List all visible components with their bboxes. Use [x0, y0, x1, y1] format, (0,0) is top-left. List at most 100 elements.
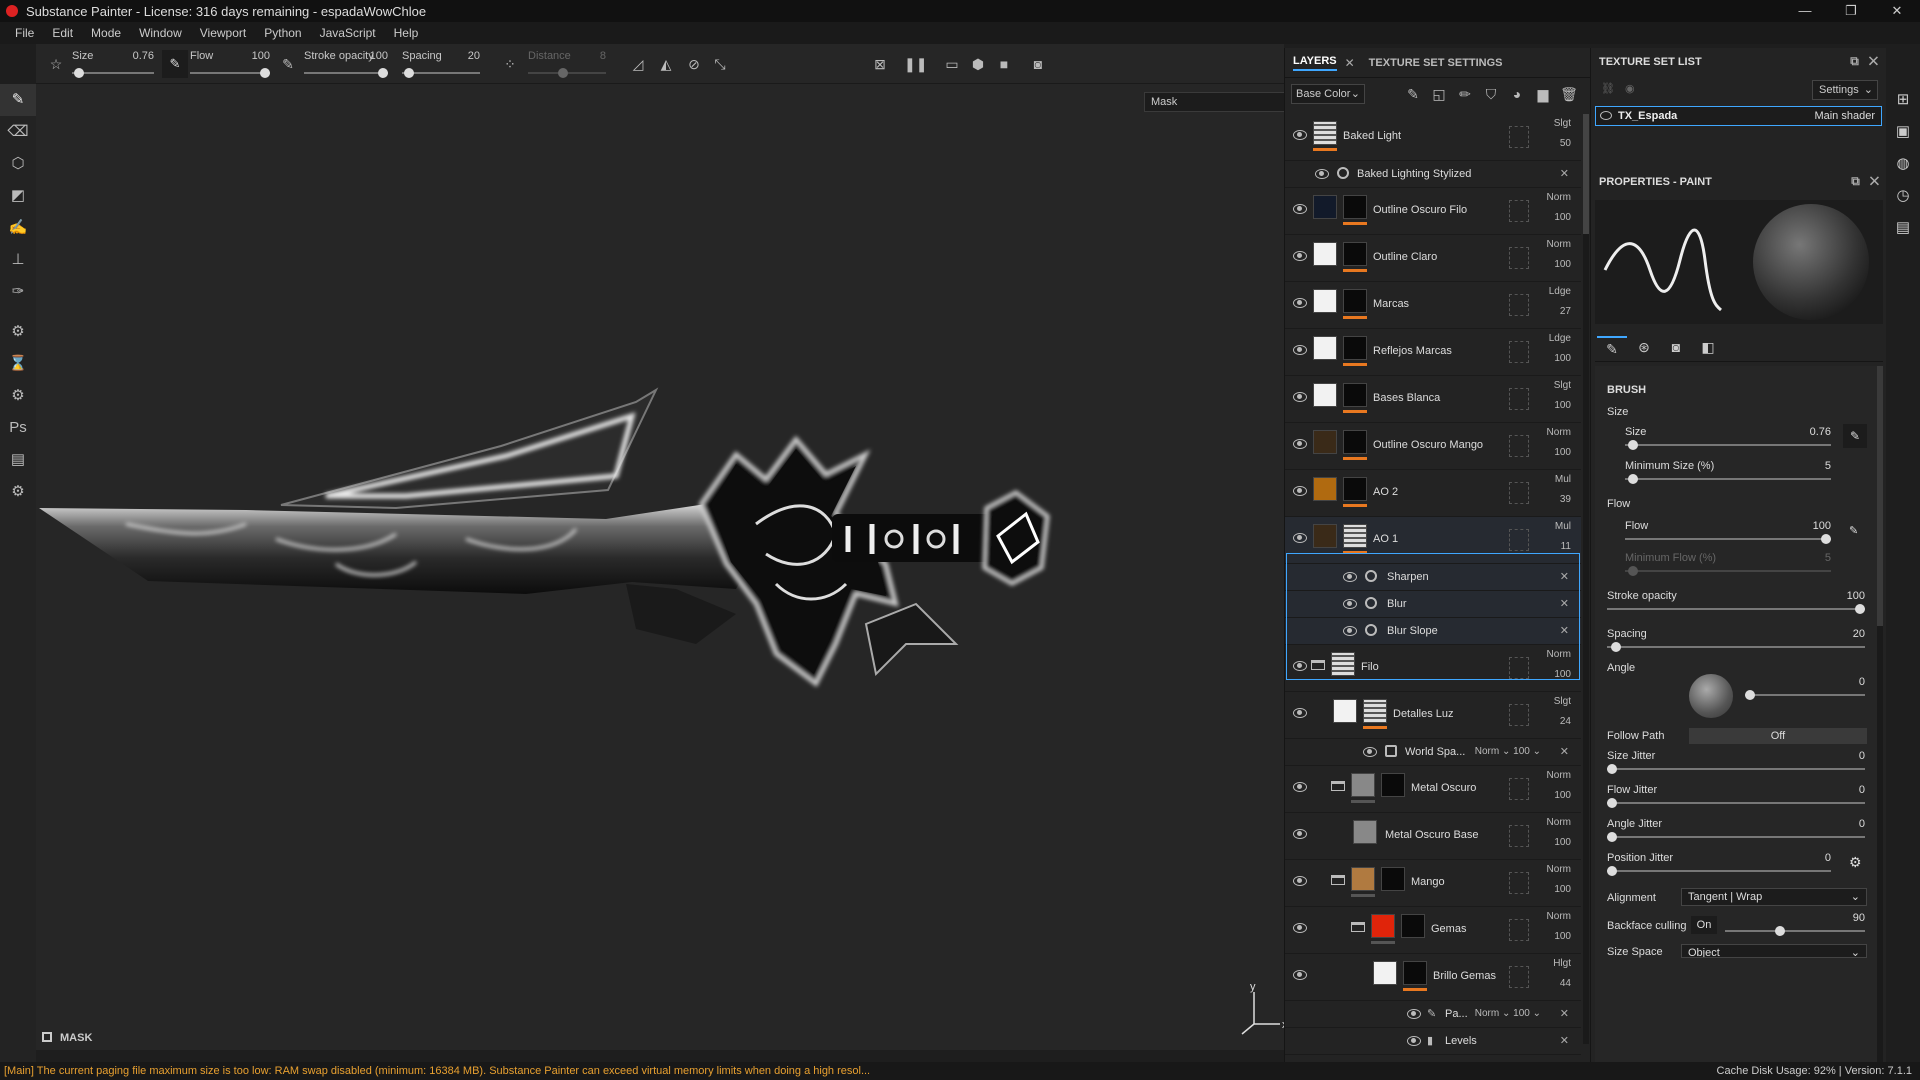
effect-blend[interactable]: Norm	[1475, 746, 1499, 757]
flow-knob[interactable]	[1821, 534, 1831, 544]
layer-opacity[interactable]: 100	[1531, 447, 1571, 458]
flow-value[interactable]: 100	[1813, 520, 1831, 532]
effect-row[interactable]: Blur Slope ✕	[1285, 618, 1581, 645]
layer-opacity[interactable]: 24	[1531, 716, 1571, 727]
viewport-channel-select[interactable]: Mask ⌄	[1144, 92, 1284, 112]
layer-blend-mode[interactable]: Norm	[1531, 770, 1571, 781]
layer-mask-slot[interactable]	[1509, 529, 1529, 551]
layer-mask-slot[interactable]	[1509, 435, 1529, 457]
layer-mask-slot[interactable]	[1509, 825, 1529, 847]
position-jitter-knob[interactable]	[1607, 866, 1617, 876]
spacing-track[interactable]	[1607, 646, 1865, 648]
add-fill-layer-icon[interactable]: ⛉	[1481, 86, 1501, 104]
size-jitter-knob[interactable]	[1607, 764, 1617, 774]
stroke-opacity-slider[interactable]: Stroke opacity 100	[304, 48, 392, 80]
layer-row[interactable]: Metal Oscuro Base Norm 100	[1285, 813, 1581, 860]
remove-effect-icon[interactable]: ✕	[1560, 624, 1569, 637]
eye-icon[interactable]	[1293, 251, 1307, 261]
eye-icon[interactable]	[1293, 130, 1307, 140]
layer-row[interactable]: Marcas Ldge 27	[1285, 282, 1581, 329]
layer-opacity[interactable]: 27	[1531, 306, 1571, 317]
spacing-value[interactable]: 20	[468, 50, 480, 62]
stroke-opacity-knob[interactable]	[1855, 604, 1865, 614]
size-jitter-track[interactable]	[1607, 768, 1865, 770]
eye-icon[interactable]	[1293, 970, 1307, 980]
layer-mask-slot[interactable]	[1509, 966, 1529, 988]
close-icon[interactable]: ✕	[1345, 56, 1355, 70]
layer-row[interactable]: Baked Light Slgt 50	[1285, 114, 1581, 161]
screenshot-icon[interactable]: ◙	[1028, 54, 1048, 74]
menu-python[interactable]: Python	[264, 26, 301, 40]
pause-icon[interactable]: ❚❚	[904, 54, 927, 74]
gear-icon[interactable]: ⚙	[1849, 854, 1862, 871]
layer-opacity[interactable]: 100	[1531, 790, 1571, 801]
flow-track[interactable]	[1625, 538, 1831, 540]
size-slider[interactable]: Size 0.76	[72, 48, 158, 80]
eraser-icon[interactable]: ⌫	[0, 116, 36, 148]
polygon-fill-icon[interactable]: ◩	[0, 180, 36, 212]
angle-value[interactable]: 0	[1859, 676, 1865, 688]
effect-row[interactable]: Blur ✕	[1285, 591, 1581, 618]
size-pen-pressure-button[interactable]: ✎	[1843, 424, 1867, 448]
angle-symmetry-icon[interactable]: ◿	[628, 54, 648, 74]
projection-icon[interactable]: ⬡	[0, 148, 36, 180]
layer-row[interactable]: Brillo Gemas Hlgt 44	[1285, 954, 1581, 1001]
effect-row[interactable]: Sharpen ✕	[1285, 564, 1581, 591]
bake-icon[interactable]: ⚙	[0, 316, 36, 348]
shelf-icon[interactable]: ⊞	[1886, 84, 1920, 116]
eye-icon[interactable]	[1293, 923, 1307, 933]
add-mask-icon[interactable]: ◱	[1429, 86, 1449, 104]
transform-icon[interactable]: ⤡	[710, 54, 730, 74]
folder-row[interactable]: Filo Norm 100	[1285, 645, 1581, 692]
position-jitter-value[interactable]: 0	[1825, 852, 1831, 864]
layer-blend-mode[interactable]: Mul	[1531, 474, 1571, 485]
layer-mask-slot[interactable]	[1509, 872, 1529, 894]
log-icon[interactable]: ▤	[1886, 212, 1920, 244]
eye-icon[interactable]	[1293, 298, 1307, 308]
layer-row[interactable]: Outline Oscuro Filo Norm 100	[1285, 188, 1581, 235]
view-mode-2d-icon[interactable]: ▭	[942, 54, 962, 74]
backface-angle-track[interactable]	[1725, 930, 1865, 932]
effect-opacity[interactable]: 100	[1513, 746, 1530, 757]
viewport-3d[interactable]: Mask ⌄ MASK y x	[36, 84, 1284, 1050]
layer-opacity[interactable]: 100	[1531, 884, 1571, 895]
mask-indicator[interactable]: MASK	[42, 1032, 92, 1044]
eye-icon[interactable]	[1293, 486, 1307, 496]
angle-jitter-knob[interactable]	[1607, 832, 1617, 842]
menu-mode[interactable]: Mode	[91, 26, 121, 40]
layer-opacity[interactable]: 100	[1531, 400, 1571, 411]
position-jitter-track[interactable]	[1607, 870, 1831, 872]
layer-blend-mode[interactable]: Norm	[1531, 427, 1571, 438]
angle-track[interactable]	[1745, 694, 1865, 696]
material-tab-icon[interactable]: ◧	[1693, 336, 1723, 358]
angle-dial[interactable]	[1689, 674, 1733, 718]
folder-row[interactable]: Gemas Norm 100	[1285, 907, 1581, 954]
min-size-knob[interactable]	[1628, 474, 1638, 484]
remove-effect-icon[interactable]: ✕	[1560, 597, 1569, 610]
size-knob[interactable]	[1628, 440, 1638, 450]
follow-path-toggle[interactable]: Off	[1689, 728, 1867, 744]
size-space-dropdown[interactable]: Object ⌄	[1681, 944, 1867, 958]
size-value[interactable]: 0.76	[133, 50, 154, 62]
min-size-value[interactable]: 5	[1825, 460, 1831, 472]
effect-row[interactable]: World Spa... Norm ⌄ 100 ⌄ ✕	[1285, 739, 1581, 766]
layers-scrollbar[interactable]	[1583, 114, 1589, 1044]
layer-opacity[interactable]: 100	[1531, 931, 1571, 942]
layer-blend-mode[interactable]: Norm	[1531, 239, 1571, 250]
folder-row[interactable]: Metal Oscuro Norm 100	[1285, 766, 1581, 813]
menu-javascript[interactable]: JavaScript	[320, 26, 376, 40]
layer-blend-mode[interactable]: Hlgt	[1531, 958, 1571, 969]
backface-culling-toggle[interactable]: On	[1691, 916, 1717, 934]
flow-slider[interactable]: Flow 100	[190, 48, 274, 80]
brush-tab-icon[interactable]: ✎	[1597, 336, 1627, 358]
layer-row[interactable]: Reflejos Marcas Ldge 100	[1285, 329, 1581, 376]
eye-icon[interactable]	[1600, 111, 1612, 120]
close-button[interactable]: ✕	[1874, 0, 1920, 22]
layer-row[interactable]: Detalles Luz Slgt 24	[1285, 692, 1581, 739]
texture-set-settings-dropdown[interactable]: Settings ⌄	[1812, 80, 1878, 100]
folder-icon[interactable]	[1331, 781, 1345, 791]
link-icon[interactable]: ⛓	[1601, 82, 1615, 95]
eye-icon[interactable]	[1343, 599, 1357, 609]
layer-mask-slot[interactable]	[1509, 200, 1529, 222]
layer-opacity[interactable]: 50	[1531, 138, 1571, 149]
